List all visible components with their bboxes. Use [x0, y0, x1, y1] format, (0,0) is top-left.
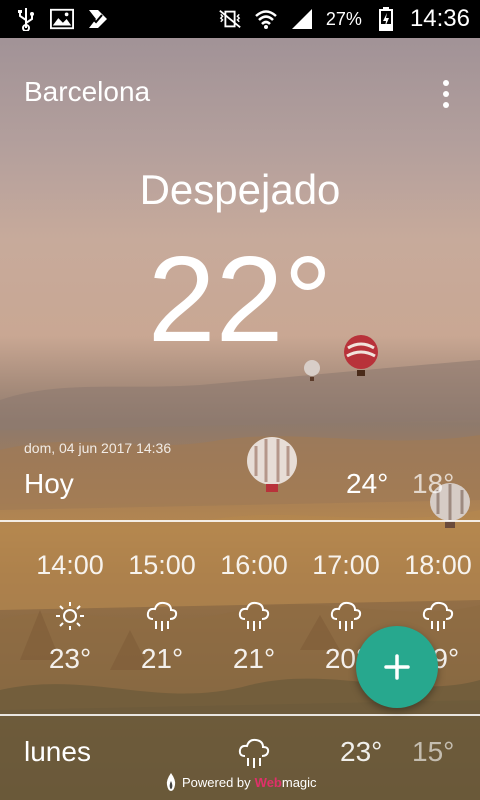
hour-time: 18:00	[404, 550, 472, 580]
status-bar: 27% 14:36	[0, 0, 480, 38]
battery-percent: 27%	[325, 8, 362, 29]
today-low: 18°	[412, 468, 455, 499]
day-high: 23°	[340, 736, 383, 767]
status-bar-right: 27% 14:36	[218, 5, 470, 33]
rain-cloud-icon	[238, 736, 270, 770]
current-condition: Despejado	[139, 166, 341, 213]
rain-cloud-icon	[146, 599, 178, 633]
app-notification-icon	[86, 7, 110, 31]
hour-time: 15:00	[128, 550, 196, 580]
rain-cloud-icon	[238, 599, 270, 633]
divider	[0, 520, 480, 522]
sun-icon	[54, 599, 86, 633]
today-row[interactable]: Hoy 24° 18°	[0, 468, 480, 508]
updated-timestamp: dom, 04 jun 2017 14:36	[24, 440, 172, 456]
menu-dot-icon	[443, 80, 449, 86]
battery-charging-icon	[374, 7, 398, 31]
rain-cloud-icon	[330, 599, 362, 633]
day-low: 15°	[412, 736, 455, 767]
hour-time: 14:00	[36, 550, 104, 580]
current-temperature: 22°	[147, 231, 333, 367]
status-bar-left	[14, 7, 110, 31]
plus-icon	[384, 654, 410, 680]
menu-dot-icon	[443, 91, 449, 97]
overflow-menu-button[interactable]	[432, 78, 460, 110]
today-label: Hoy	[24, 468, 74, 499]
menu-dot-icon	[443, 102, 449, 108]
hour-temp: 21°	[232, 643, 276, 674]
flame-logo-icon	[166, 773, 176, 791]
brand-part2: magic	[281, 774, 317, 790]
powered-by[interactable]: Powered by Webmagic	[164, 770, 317, 794]
add-location-button[interactable]	[356, 626, 438, 708]
wifi-icon	[254, 7, 278, 31]
today-high: 24°	[346, 468, 389, 499]
vibrate-mute-icon	[218, 7, 242, 31]
hour-temp: 21°	[140, 643, 184, 674]
signal-icon	[290, 7, 314, 31]
hour-time: 17:00	[312, 550, 380, 580]
image-icon	[50, 7, 74, 31]
divider	[0, 714, 480, 716]
hour-column: 15:00 21°	[116, 550, 208, 675]
hour-column: 16:00 21°	[208, 550, 300, 675]
status-time: 14:36	[409, 5, 470, 32]
brand-part1: Web	[254, 774, 282, 790]
rain-cloud-icon	[422, 599, 454, 633]
hour-time: 16:00	[220, 550, 288, 580]
city-title[interactable]: Barcelona	[24, 76, 150, 108]
powered-prefix: Powered by	[182, 774, 251, 790]
usb-icon	[14, 7, 38, 31]
hour-column: 14:00 23°	[24, 550, 116, 675]
hour-temp: 23°	[48, 643, 92, 674]
day-label: lunes	[24, 736, 91, 767]
